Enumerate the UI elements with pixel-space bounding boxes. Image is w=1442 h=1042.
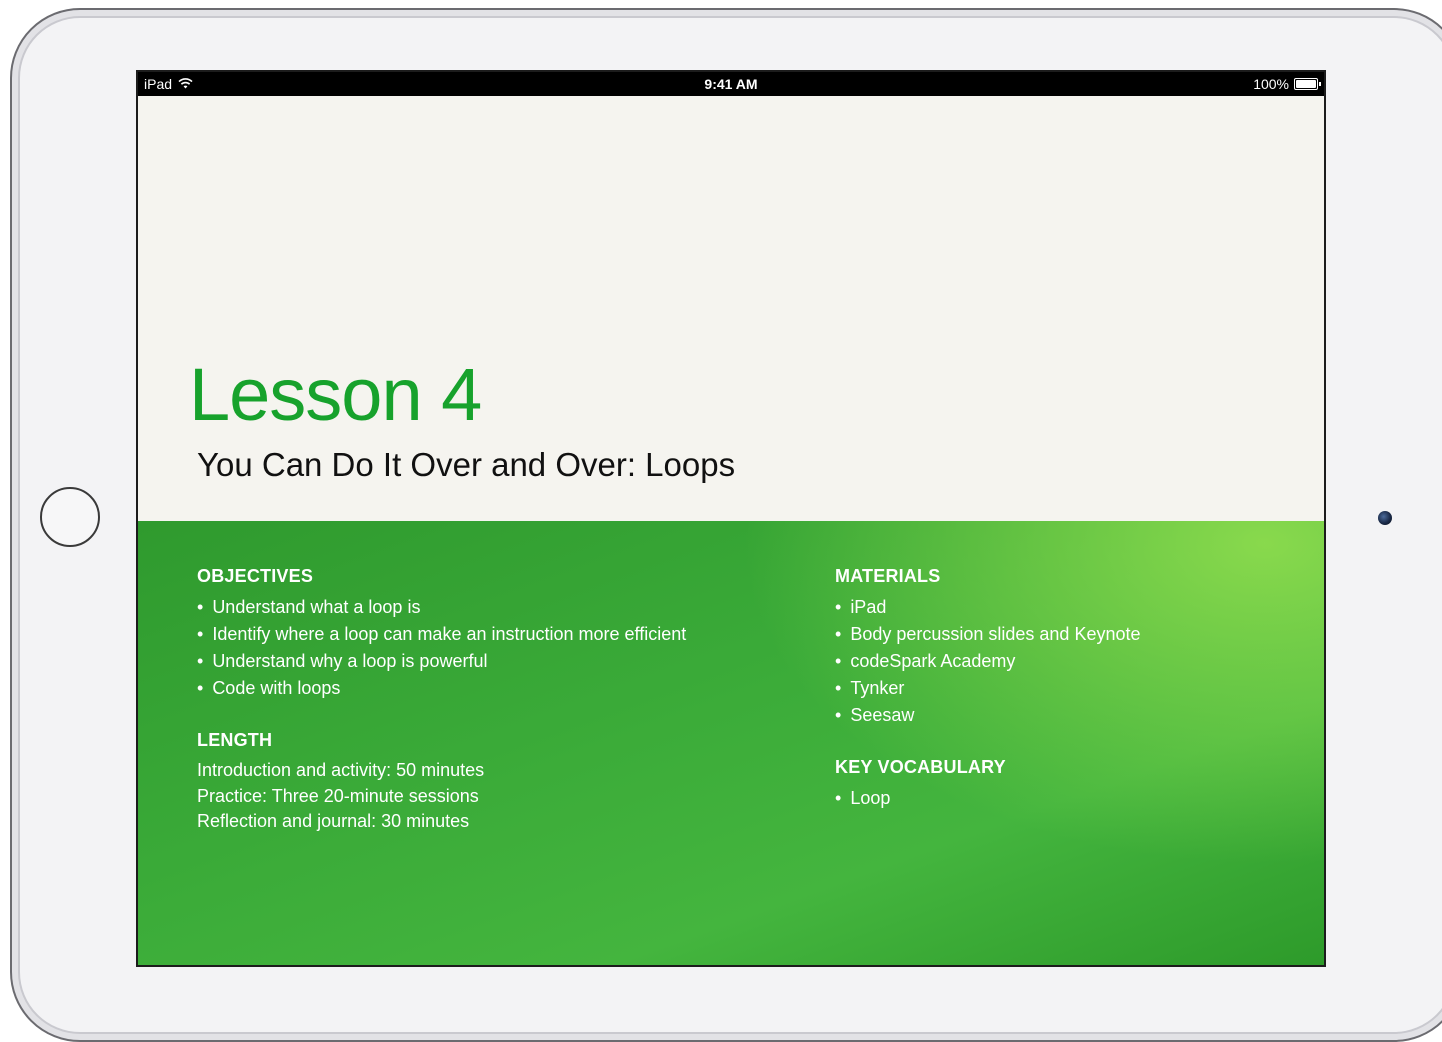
objective-item: Understand why a loop is powerful xyxy=(197,648,686,675)
materials-list: iPad Body percussion slides and Keynote … xyxy=(835,594,1141,729)
lesson-title: Lesson 4 xyxy=(189,353,482,436)
screen: iPad 9:41 AM 100% Lesson 4 You Can Do It… xyxy=(136,70,1326,967)
key-vocabulary-list: Loop xyxy=(835,785,1141,812)
status-right: 100% xyxy=(1253,76,1321,92)
material-item: codeSpark Academy xyxy=(835,648,1141,675)
length-line: Introduction and activity: 50 minutes xyxy=(197,760,485,780)
status-bar: iPad 9:41 AM 100% xyxy=(138,72,1324,96)
lesson-header: Lesson 4 You Can Do It Over and Over: Lo… xyxy=(138,96,1324,521)
front-camera xyxy=(1378,511,1392,525)
materials-heading: MATERIALS xyxy=(835,566,941,586)
material-item: iPad xyxy=(835,594,1141,621)
vocabulary-item: Loop xyxy=(835,785,1141,812)
material-item: Seesaw xyxy=(835,702,1141,729)
lesson-details-panel: OBJECTIVES Understand what a loop is Ide… xyxy=(138,521,1324,965)
objectives-heading: OBJECTIVES xyxy=(197,566,314,586)
length-heading: LENGTH xyxy=(197,730,273,750)
objectives-list: Understand what a loop is Identify where… xyxy=(197,594,686,702)
objective-item: Understand what a loop is xyxy=(197,594,686,621)
key-vocabulary-heading: KEY VOCABULARY xyxy=(835,757,1006,777)
lesson-subtitle: You Can Do It Over and Over: Loops xyxy=(197,446,736,483)
home-button[interactable] xyxy=(40,487,100,547)
material-item: Tynker xyxy=(835,675,1141,702)
right-column: MATERIALS iPad Body percussion slides an… xyxy=(835,566,1141,840)
battery-icon xyxy=(1294,78,1321,90)
objective-item: Identify where a loop can make an instru… xyxy=(197,621,686,648)
length-line: Practice: Three 20-minute sessions xyxy=(197,785,479,806)
status-time: 9:41 AM xyxy=(704,76,758,92)
material-item: Body percussion slides and Keynote xyxy=(835,621,1140,648)
length-list: Introduction and activity: 50 minutes Pr… xyxy=(197,758,686,835)
battery-tip xyxy=(1319,82,1321,86)
length-line: Reflection and journal: 30 minutes xyxy=(197,811,470,831)
objective-item: Code with loops xyxy=(197,675,686,702)
battery-percent: 100% xyxy=(1253,76,1289,92)
battery-fill xyxy=(1296,80,1316,88)
left-column: OBJECTIVES Understand what a loop is Ide… xyxy=(197,566,686,835)
